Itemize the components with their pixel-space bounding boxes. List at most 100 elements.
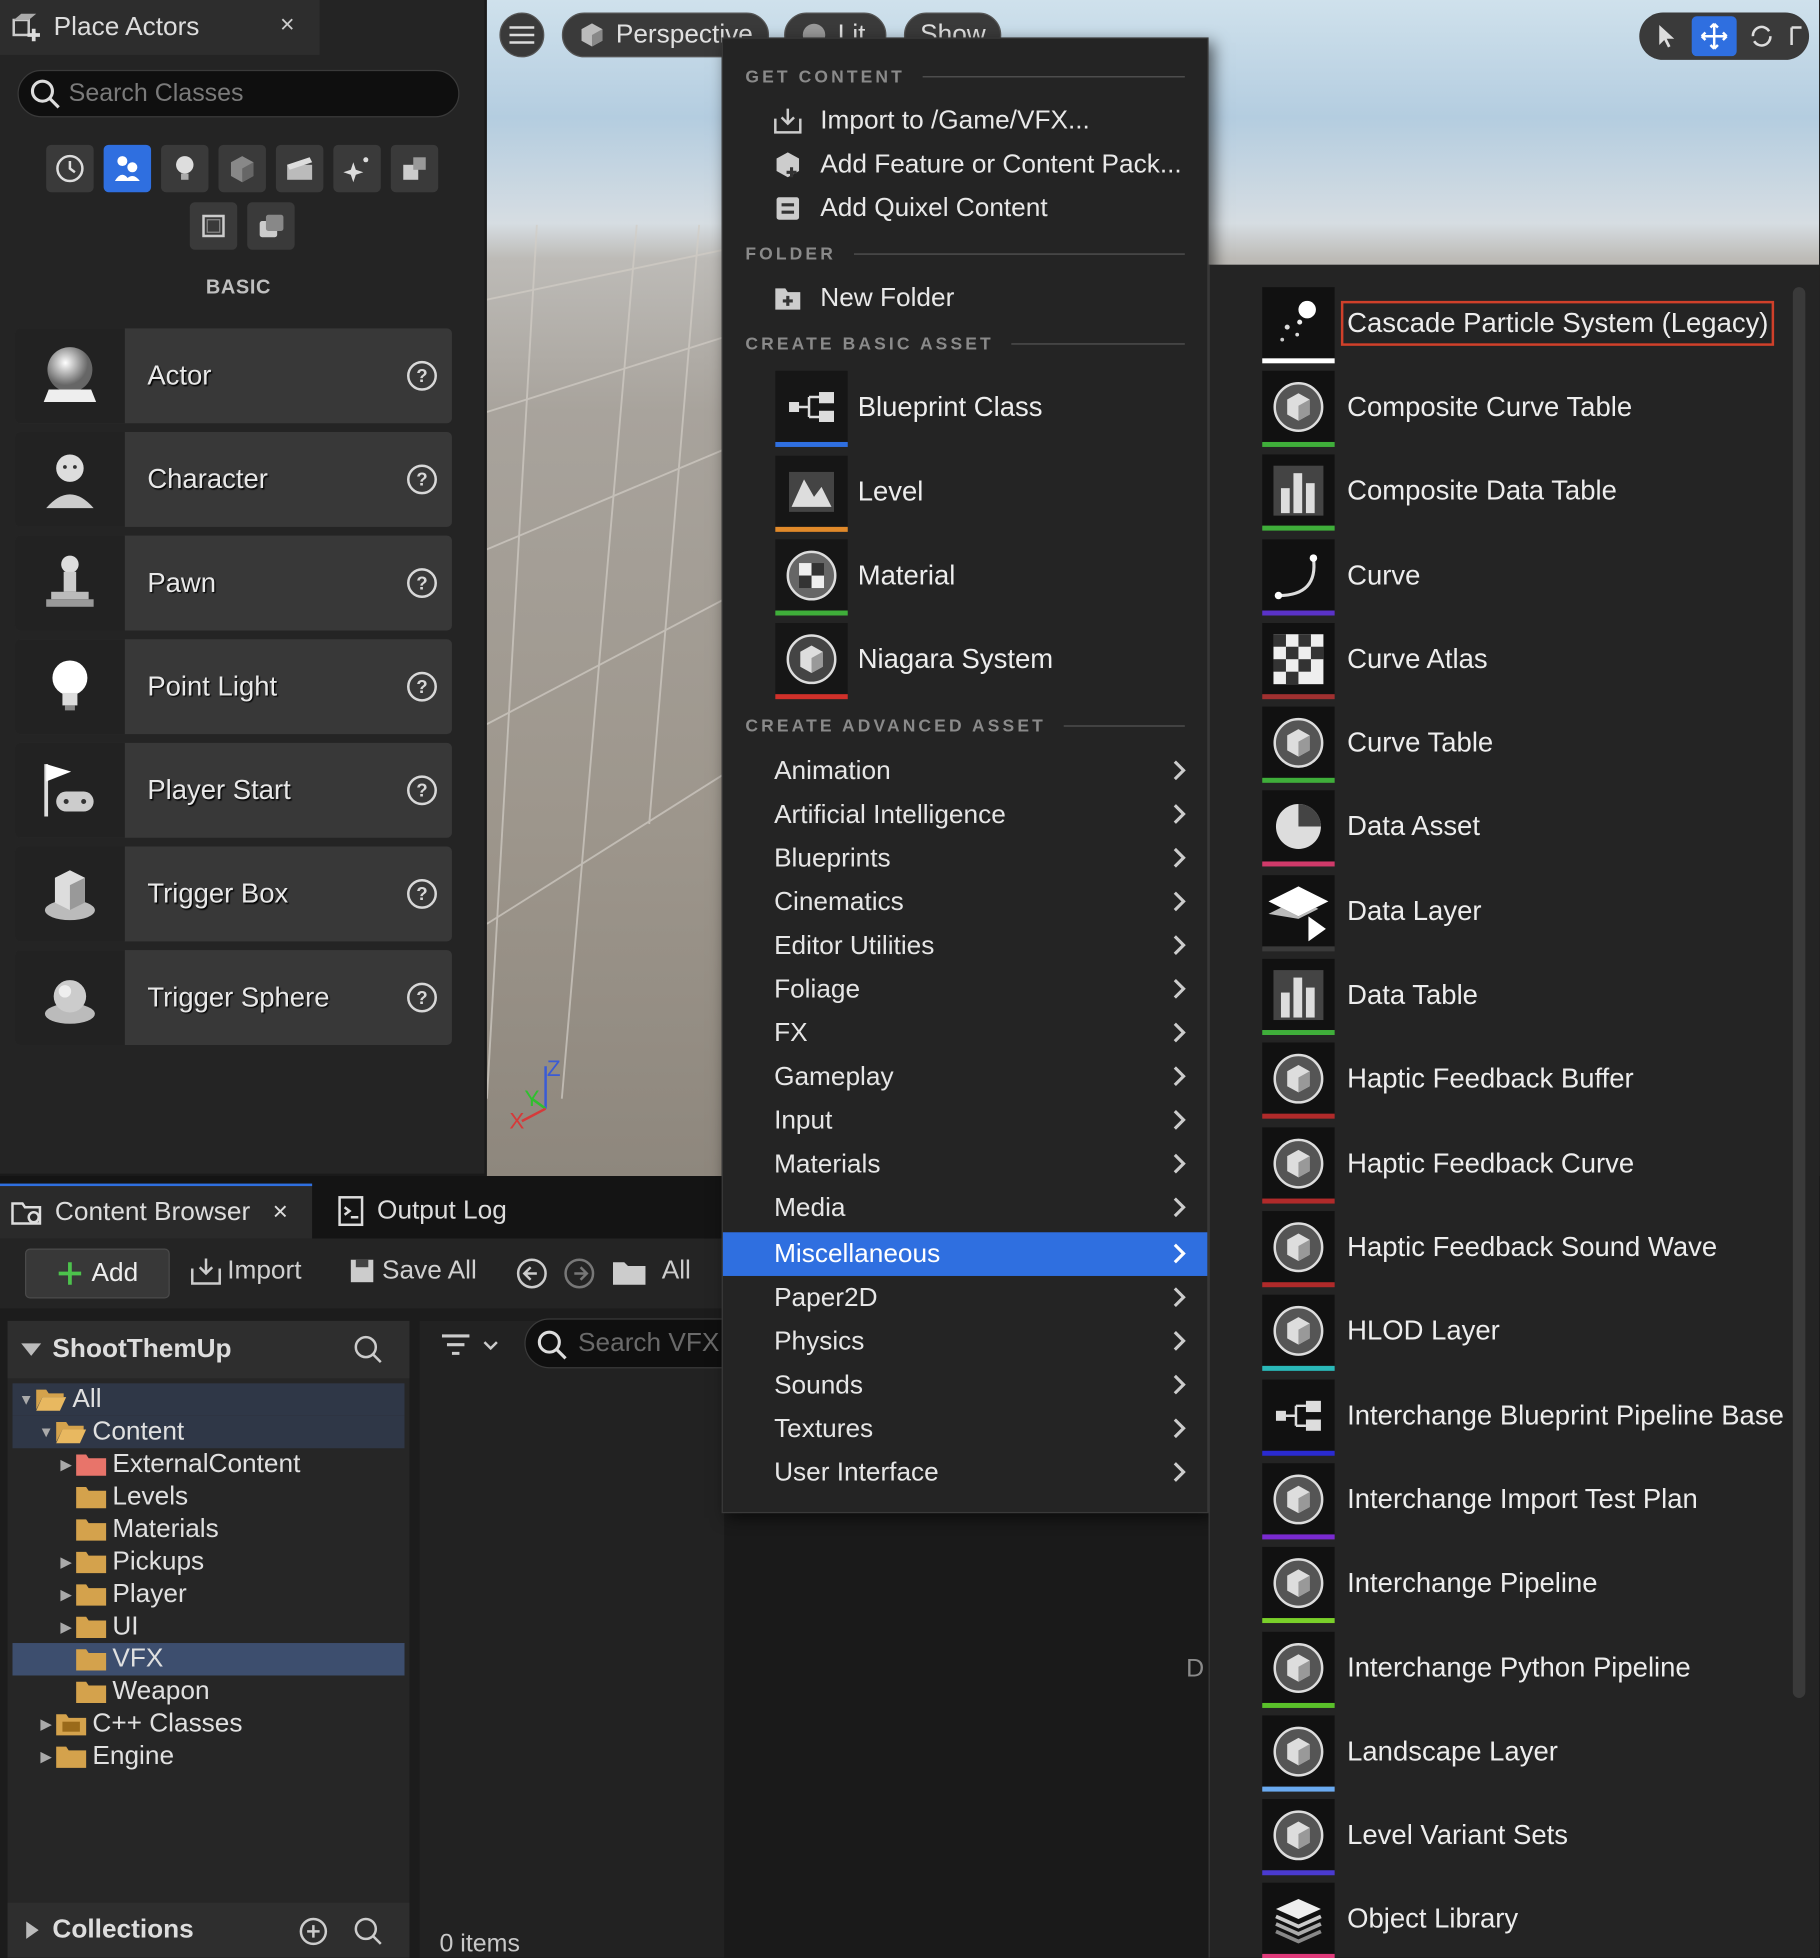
submenu-paper2d[interactable]: Paper2D — [723, 1276, 1207, 1320]
collections-header[interactable]: Collections — [7, 1902, 410, 1958]
add-collection-icon[interactable] — [297, 1915, 329, 1947]
tree-item-player[interactable]: ▶ Player — [12, 1578, 404, 1610]
submenu-artificial-intelligence[interactable]: Artificial Intelligence — [723, 793, 1207, 837]
search-icon[interactable] — [352, 1333, 384, 1365]
collapse-caret-icon[interactable] — [20, 1341, 42, 1358]
composite-curve-table-item[interactable]: Composite Curve Table — [1262, 368, 1634, 447]
recent-icon[interactable] — [46, 144, 94, 193]
curve-table-item[interactable]: Curve Table — [1262, 704, 1495, 783]
add-button[interactable]: Add — [24, 1248, 170, 1299]
help-icon[interactable]: ? — [407, 671, 437, 702]
curve-item[interactable]: Curve — [1262, 537, 1423, 616]
help-icon[interactable]: ? — [407, 464, 437, 495]
data-table-item[interactable]: Data Table — [1262, 956, 1480, 1036]
submenu-animation[interactable]: Animation — [723, 749, 1207, 793]
haptic-feedback-sound-wave-item[interactable]: Haptic Feedback Sound Wave — [1262, 1209, 1719, 1288]
close-icon[interactable]: × — [280, 11, 295, 40]
filter-icon[interactable] — [439, 1331, 504, 1361]
submenu-editor-utilities[interactable]: Editor Utilities — [723, 924, 1207, 968]
translate-icon[interactable] — [1691, 16, 1737, 57]
save-all-button[interactable]: Save All — [347, 1256, 477, 1286]
tree-item-externalcontent[interactable]: ▶ ExternalContent — [12, 1448, 404, 1480]
submenu-gameplay[interactable]: Gameplay — [723, 1055, 1207, 1099]
submenu-textures[interactable]: Textures — [723, 1407, 1207, 1451]
shapes-icon[interactable] — [218, 144, 266, 193]
collapsed-caret-icon[interactable]: ▶ — [57, 1553, 74, 1570]
submenu-input[interactable]: Input — [723, 1099, 1207, 1143]
volumes-icon[interactable] — [189, 202, 238, 250]
place-actors-tab[interactable]: Place Actors × — [0, 0, 320, 55]
interchange-python-pipeline-item[interactable]: Interchange Python Pipeline — [1262, 1629, 1693, 1708]
cinematic-icon[interactable] — [275, 144, 324, 193]
haptic-feedback-curve-item[interactable]: Haptic Feedback Curve — [1262, 1125, 1636, 1204]
search-icon[interactable] — [352, 1915, 384, 1947]
actor-item-pawn[interactable]: Pawn ? — [14, 535, 452, 631]
project-header[interactable]: ShootThemUp — [7, 1320, 410, 1379]
submenu-foliage[interactable]: Foliage — [723, 968, 1207, 1012]
actor-item-point-light[interactable]: Point Light ? — [14, 639, 452, 735]
tree-item-content[interactable]: ▼ Content — [12, 1415, 405, 1449]
close-icon[interactable]: × — [273, 1197, 288, 1227]
level-variant-sets-item[interactable]: Level Variant Sets — [1262, 1797, 1570, 1876]
hamburger-menu-icon[interactable] — [499, 12, 545, 58]
visual-effects-icon[interactable] — [333, 144, 381, 193]
data-asset-item[interactable]: Data Asset — [1262, 788, 1482, 867]
rotate-icon[interactable] — [1739, 16, 1784, 56]
submenu-fx[interactable]: FX — [723, 1011, 1207, 1055]
composite-data-table-item[interactable]: Composite Data Table — [1262, 452, 1619, 531]
add-feature-pack-menu-item[interactable]: Add Feature or Content Pack... — [773, 145, 1182, 185]
tree-item-pickups[interactable]: ▶ Pickups — [12, 1546, 404, 1578]
expanded-caret-icon[interactable]: ▼ — [17, 1391, 34, 1408]
curve-atlas-item[interactable]: Curve Atlas — [1262, 621, 1490, 700]
hlod-layer-item[interactable]: HLOD Layer — [1262, 1292, 1502, 1371]
niagara-system-menu-item[interactable]: Niagara System — [775, 621, 1053, 700]
help-icon[interactable]: ? — [407, 775, 437, 806]
submenu-physics[interactable]: Physics — [723, 1320, 1207, 1364]
collapsed-caret-icon[interactable] — [25, 1920, 40, 1940]
submenu-miscellaneous[interactable]: Miscellaneous — [722, 1232, 1208, 1276]
level-menu-item[interactable]: Level — [775, 453, 923, 532]
tree-item-ui[interactable]: ▶ UI — [12, 1611, 404, 1643]
submenu-scrollbar[interactable] — [1792, 287, 1806, 1698]
tab-output-log[interactable]: Output Log — [327, 1184, 539, 1239]
forward-arrow-icon[interactable] — [562, 1256, 597, 1291]
collapsed-caret-icon[interactable]: ▶ — [57, 1456, 74, 1473]
lights-icon[interactable] — [161, 144, 209, 193]
collapsed-caret-icon[interactable]: ▶ — [57, 1586, 74, 1603]
help-icon[interactable]: ? — [407, 982, 437, 1013]
tree-item-engine[interactable]: ▶ Engine — [12, 1740, 404, 1772]
submenu-blueprints[interactable]: Blueprints — [723, 836, 1207, 880]
blueprint-class-menu-item[interactable]: Blueprint Class — [775, 368, 1042, 447]
submenu-materials[interactable]: Materials — [723, 1142, 1207, 1186]
help-icon[interactable]: ? — [407, 568, 437, 599]
expanded-caret-icon[interactable]: ▼ — [37, 1423, 54, 1440]
tree-item-all[interactable]: ▼ All — [12, 1383, 405, 1416]
actor-item-player-start[interactable]: Player Start ? — [14, 742, 452, 838]
submenu-user-interface[interactable]: User Interface — [723, 1451, 1207, 1495]
interchange-pipeline-item[interactable]: Interchange Pipeline — [1262, 1544, 1600, 1624]
path-breadcrumb[interactable]: All — [662, 1256, 691, 1286]
search-classes-input[interactable]: Search Classes — [17, 69, 460, 118]
tree-item-levels[interactable]: Levels — [12, 1481, 404, 1513]
add-quixel-menu-item[interactable]: Add Quixel Content — [773, 189, 1048, 229]
import-button[interactable]: Import — [190, 1256, 302, 1286]
actor-item-actor[interactable]: Actor ? — [14, 328, 452, 424]
scale-icon[interactable] — [1787, 16, 1804, 56]
interchange-import-test-plan-item[interactable]: Interchange Import Test Plan — [1262, 1461, 1700, 1540]
data-layer-item[interactable]: Data Layer — [1262, 873, 1484, 952]
tree-item-cpp-classes[interactable]: ▶ C++ Classes — [12, 1708, 404, 1740]
haptic-feedback-buffer-item[interactable]: Haptic Feedback Buffer — [1262, 1040, 1636, 1119]
landscape-layer-item[interactable]: Landscape Layer — [1262, 1713, 1560, 1792]
tree-item-vfx[interactable]: VFX — [12, 1643, 405, 1676]
search-vfx-input[interactable]: Search VFX — [524, 1318, 750, 1369]
tab-content-browser[interactable]: Content Browser × — [0, 1183, 313, 1239]
asset-view[interactable] — [419, 1320, 725, 1958]
new-folder-menu-item[interactable]: New Folder — [773, 278, 954, 318]
geometry-icon[interactable] — [390, 144, 439, 193]
basic-icon[interactable] — [103, 144, 152, 193]
actor-item-trigger-box[interactable]: Trigger Box ? — [14, 846, 452, 942]
material-menu-item[interactable]: Material — [775, 537, 955, 616]
submenu-sounds[interactable]: Sounds — [723, 1363, 1207, 1407]
help-icon[interactable]: ? — [407, 878, 437, 909]
collapsed-caret-icon[interactable]: ▶ — [57, 1618, 74, 1635]
